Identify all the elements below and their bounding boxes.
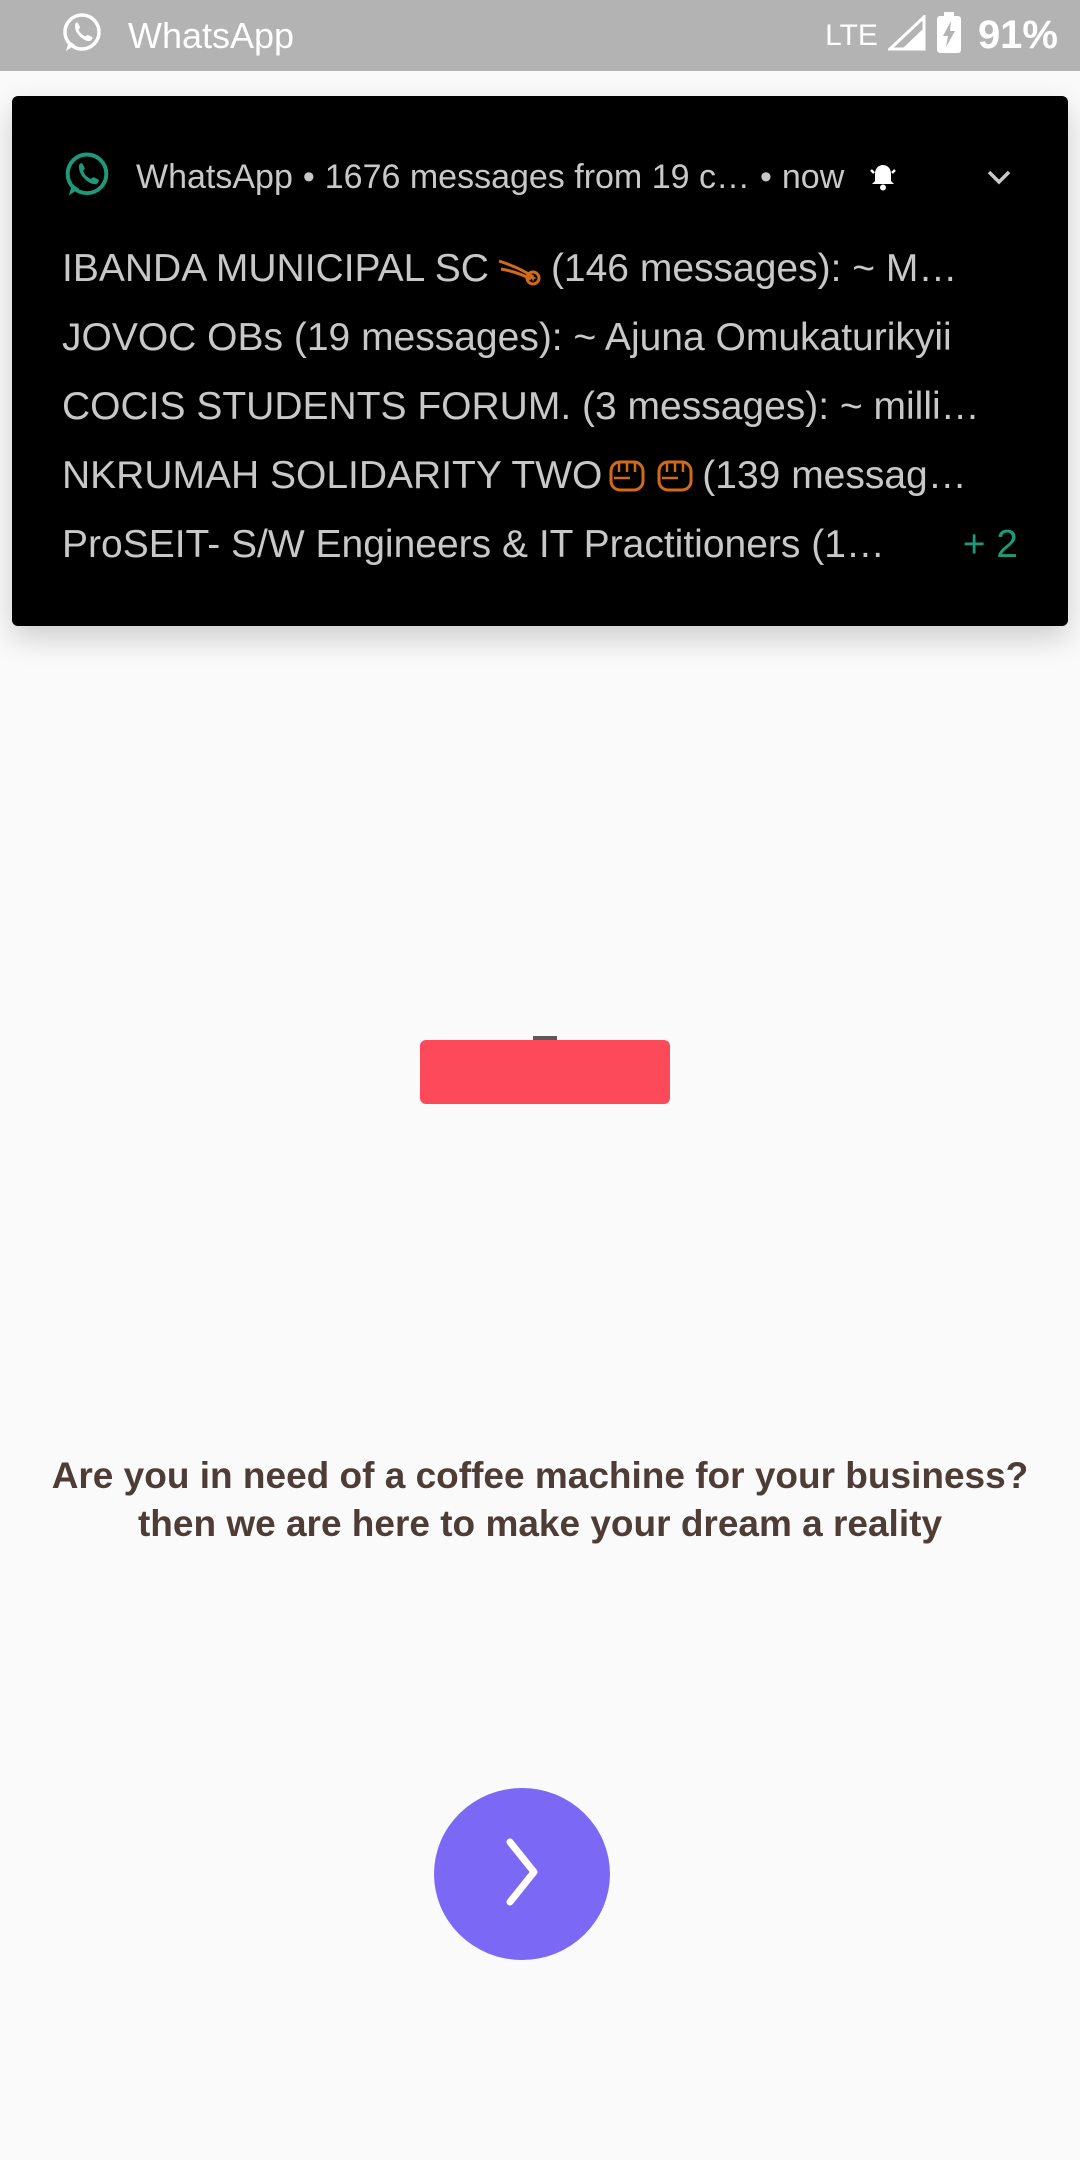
red-banner [420, 1040, 670, 1104]
chat-message-preview: (139 messag… [702, 453, 967, 497]
notification-line: IBANDA MUNICIPAL SC (146 messages): ~ M… [62, 234, 1018, 303]
battery-charging-icon [936, 12, 962, 59]
notification-line: JOVOC OBs (19 messages): ~ Ajuna Omukatu… [62, 303, 1018, 372]
notification-line: NKRUMAH SOLIDARITY TWO (139 messag… [62, 441, 1018, 510]
notification-line: ProSEIT- S/W Engineers & IT Practitioner… [62, 510, 1018, 579]
separator-dot: • [759, 157, 772, 196]
bell-icon [868, 162, 898, 192]
battery-percentage: 91% [977, 13, 1058, 57]
notification-message-list: IBANDA MUNICIPAL SC (146 messages): ~ M…… [62, 234, 1018, 579]
separator-dot: • [302, 157, 315, 196]
more-count-badge: + 2 [962, 522, 1018, 566]
chat-name: NKRUMAH SOLIDARITY TWO [62, 453, 603, 497]
status-bar: WhatsApp LTE 91% [0, 0, 1080, 71]
notification-header: WhatsApp • 1676 messages from 19 c… • no… [62, 152, 1028, 202]
tagline-line-2: then we are here to make your dream a re… [137, 1503, 943, 1544]
chat-message-preview: JOVOC OBs (19 messages): ~ Ajuna Omukatu… [62, 315, 952, 359]
notification-summary: 1676 messages from 19 c… [324, 157, 750, 196]
notification-time: now [781, 157, 845, 196]
signal-icon [886, 13, 926, 56]
chevron-right-icon [492, 1832, 552, 1917]
whatsapp-notification[interactable]: WhatsApp • 1676 messages from 19 c… • no… [12, 96, 1068, 626]
notification-line: COCIS STUDENTS FORUM. (3 messages): ~ mi… [62, 372, 1018, 441]
chat-message-preview: (146 messages): ~ M… [550, 246, 958, 290]
network-type: LTE [825, 18, 878, 52]
next-button[interactable] [434, 1788, 610, 1960]
notification-app-name: WhatsApp [136, 157, 293, 196]
chat-name: IBANDA MUNICIPAL SC [62, 246, 489, 290]
whatsapp-icon [62, 150, 112, 205]
chat-message-preview: ProSEIT- S/W Engineers & IT Practitioner… [62, 522, 885, 566]
chat-message-preview: COCIS STUDENTS FORUM. (3 messages): ~ mi… [62, 384, 980, 428]
status-bar-app-name: WhatsApp [128, 14, 295, 56]
chevron-down-icon[interactable] [986, 168, 1028, 186]
whatsapp-icon [60, 11, 104, 60]
onboarding-tagline: Are you in need of a coffee machine for … [0, 1452, 1080, 1548]
tagline-line-1: Are you in need of a coffee machine for … [51, 1455, 1029, 1496]
comet-icon [495, 249, 545, 289]
raised-fist-icon [608, 456, 696, 496]
